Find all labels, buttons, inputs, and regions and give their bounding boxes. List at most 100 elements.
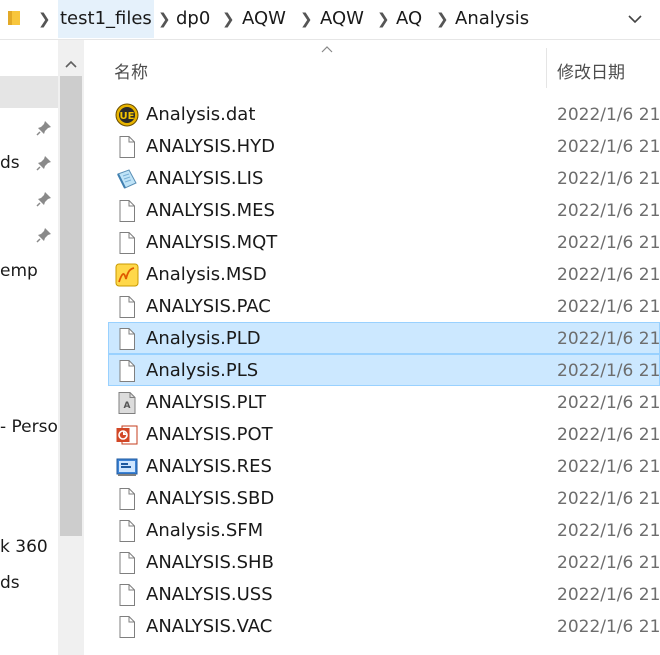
file-name: ANALYSIS.MQT bbox=[146, 232, 278, 253]
file-date-modified: 2022/1/6 21 bbox=[557, 457, 660, 477]
column-name-header[interactable]: 名称 bbox=[114, 58, 148, 83]
file-row[interactable]: ANALYSIS.SHB 2022/1/6 21 bbox=[108, 546, 660, 578]
file-name: ANALYSIS.PAC bbox=[146, 296, 271, 317]
file-name: ANALYSIS.VAC bbox=[146, 616, 273, 637]
file-row[interactable]: ANALYSIS.HYD 2022/1/6 21 bbox=[108, 130, 660, 162]
file-row[interactable]: ANALYSIS.LIS 2022/1/6 21 bbox=[108, 162, 660, 194]
nav-item-onedrive-personal[interactable]: - Perso bbox=[0, 417, 58, 437]
nav-selected-item[interactable] bbox=[0, 76, 58, 108]
pin-icon[interactable] bbox=[36, 120, 52, 136]
file-row[interactable]: ANALYSIS.POT 2022/1/6 21 bbox=[108, 418, 660, 450]
file-name: ANALYSIS.LIS bbox=[146, 168, 264, 189]
file-row[interactable]: Analysis.MSD 2022/1/6 21 bbox=[108, 258, 660, 290]
breadcrumb-aq[interactable]: AQ bbox=[396, 0, 422, 38]
file-row[interactable]: Analysis.SFM 2022/1/6 21 bbox=[108, 514, 660, 546]
file-date-modified: 2022/1/6 21 bbox=[557, 105, 660, 125]
msd-app-icon bbox=[115, 263, 139, 287]
file-date-modified: 2022/1/6 21 bbox=[557, 489, 660, 509]
svg-text:A: A bbox=[124, 401, 131, 411]
file-row[interactable]: ANALYSIS.MES 2022/1/6 21 bbox=[108, 194, 660, 226]
file-date-modified: 2022/1/6 21 bbox=[557, 265, 660, 285]
file-name: ANALYSIS.USS bbox=[146, 584, 273, 605]
file-row[interactable]: A ANALYSIS.PLT 2022/1/6 21 bbox=[108, 386, 660, 418]
nav-item-downloads-2[interactable]: ds bbox=[0, 573, 20, 593]
column-divider[interactable] bbox=[546, 48, 547, 88]
breadcrumb-chevron-icon[interactable]: ❯ bbox=[300, 0, 313, 38]
file-date-modified: 2022/1/6 21 bbox=[557, 297, 660, 317]
file-row[interactable]: ANALYSIS.RES 2022/1/6 21 bbox=[108, 450, 660, 482]
file-date-modified: 2022/1/6 21 bbox=[557, 137, 660, 157]
file-date-modified: 2022/1/6 21 bbox=[557, 169, 660, 189]
file-name: Analysis.PLD bbox=[146, 328, 261, 349]
file-row[interactable]: ANALYSIS.USS 2022/1/6 21 bbox=[108, 578, 660, 610]
file-row[interactable]: Analysis.PLD 2022/1/6 21 bbox=[108, 322, 660, 354]
file-row[interactable]: ANALYSIS.PAC 2022/1/6 21 bbox=[108, 290, 660, 322]
file-name: ANALYSIS.SHB bbox=[146, 552, 274, 573]
file-name: ANALYSIS.POT bbox=[146, 424, 273, 445]
file-row[interactable]: UE Analysis.dat 2022/1/6 21 bbox=[108, 98, 660, 130]
file-name: Analysis.PLS bbox=[146, 360, 259, 381]
blank-file-icon bbox=[115, 487, 139, 511]
navigation-pane[interactable]: ds emp - Perso k 360 ds bbox=[0, 40, 58, 655]
pin-icon[interactable] bbox=[36, 191, 52, 207]
breadcrumb-chevron-icon[interactable]: ❯ bbox=[377, 0, 390, 38]
column-header: 名称 修改日期 bbox=[84, 40, 660, 96]
ultraedit-icon: UE bbox=[115, 103, 139, 127]
blank-file-icon bbox=[115, 199, 139, 223]
file-date-modified: 2022/1/6 21 bbox=[557, 361, 660, 381]
pin-icon[interactable] bbox=[36, 227, 52, 243]
breadcrumb-dp0[interactable]: dp0 bbox=[176, 0, 210, 38]
blank-file-icon bbox=[115, 295, 139, 319]
file-row[interactable]: Analysis.PLS 2022/1/6 21 bbox=[108, 354, 660, 386]
scroll-thumb[interactable] bbox=[60, 76, 82, 536]
chevron-down-icon[interactable] bbox=[624, 8, 646, 30]
chevron-up-icon[interactable] bbox=[58, 52, 84, 76]
sort-ascending-icon bbox=[321, 46, 333, 53]
breadcrumb-analysis[interactable]: Analysis bbox=[455, 0, 529, 38]
file-row[interactable]: ANALYSIS.VAC 2022/1/6 21 bbox=[108, 610, 660, 642]
breadcrumb-aqw-2[interactable]: AQW bbox=[320, 0, 364, 38]
file-date-modified: 2022/1/6 21 bbox=[557, 233, 660, 253]
file-name: Analysis.dat bbox=[146, 104, 256, 125]
svg-text:UE: UE bbox=[120, 111, 135, 122]
blank-file-icon bbox=[115, 583, 139, 607]
nav-scrollbar[interactable] bbox=[58, 40, 84, 655]
file-date-modified: 2022/1/6 21 bbox=[557, 617, 660, 637]
nav-item-downloads[interactable]: ds bbox=[0, 153, 20, 173]
file-row[interactable]: ANALYSIS.SBD 2022/1/6 21 bbox=[108, 482, 660, 514]
nav-item-temp[interactable]: emp bbox=[0, 261, 38, 281]
breadcrumb-chevron-icon[interactable]: ❯ bbox=[436, 0, 449, 38]
blank-file-icon bbox=[115, 615, 139, 639]
breadcrumb-chevron-icon[interactable]: ❯ bbox=[38, 0, 51, 38]
nav-item-360[interactable]: k 360 bbox=[0, 537, 48, 557]
blank-file-icon bbox=[115, 135, 139, 159]
folder-icon bbox=[8, 11, 20, 25]
file-date-modified: 2022/1/6 21 bbox=[557, 585, 660, 605]
file-list: UE Analysis.dat 2022/1/6 21 ANALYSIS.HYD 202… bbox=[108, 98, 660, 642]
file-row[interactable]: ANALYSIS.MQT 2022/1/6 21 bbox=[108, 226, 660, 258]
file-name: ANALYSIS.RES bbox=[146, 456, 272, 477]
blank-file-icon bbox=[115, 231, 139, 255]
breadcrumb-chevron-icon[interactable]: ❯ bbox=[222, 0, 235, 38]
column-date-modified-header[interactable]: 修改日期 bbox=[557, 58, 625, 83]
file-name: Analysis.SFM bbox=[146, 520, 264, 541]
blank-file-icon bbox=[115, 519, 139, 543]
res-file-icon bbox=[115, 455, 139, 479]
powerpoint-icon bbox=[115, 423, 139, 447]
file-date-modified: 2022/1/6 21 bbox=[557, 329, 660, 349]
blank-file-icon bbox=[115, 359, 139, 383]
file-date-modified: 2022/1/6 21 bbox=[557, 201, 660, 221]
file-name: ANALYSIS.MES bbox=[146, 200, 275, 221]
breadcrumb-test1-files[interactable]: test1_files bbox=[58, 0, 154, 38]
file-date-modified: 2022/1/6 21 bbox=[557, 553, 660, 573]
breadcrumb-aqw-1[interactable]: AQW bbox=[242, 0, 286, 38]
blank-file-icon bbox=[115, 551, 139, 575]
address-bar[interactable]: ❯ test1_files ❯ dp0 ❯ AQW ❯ AQW ❯ AQ ❯ A… bbox=[0, 0, 660, 40]
file-name: Analysis.MSD bbox=[146, 264, 267, 285]
pin-icon[interactable] bbox=[36, 155, 52, 171]
breadcrumb-chevron-icon[interactable]: ❯ bbox=[158, 0, 171, 38]
blank-file-icon bbox=[115, 327, 139, 351]
plot-file-icon: A bbox=[115, 391, 139, 415]
file-date-modified: 2022/1/6 21 bbox=[557, 425, 660, 445]
file-date-modified: 2022/1/6 21 bbox=[557, 393, 660, 413]
